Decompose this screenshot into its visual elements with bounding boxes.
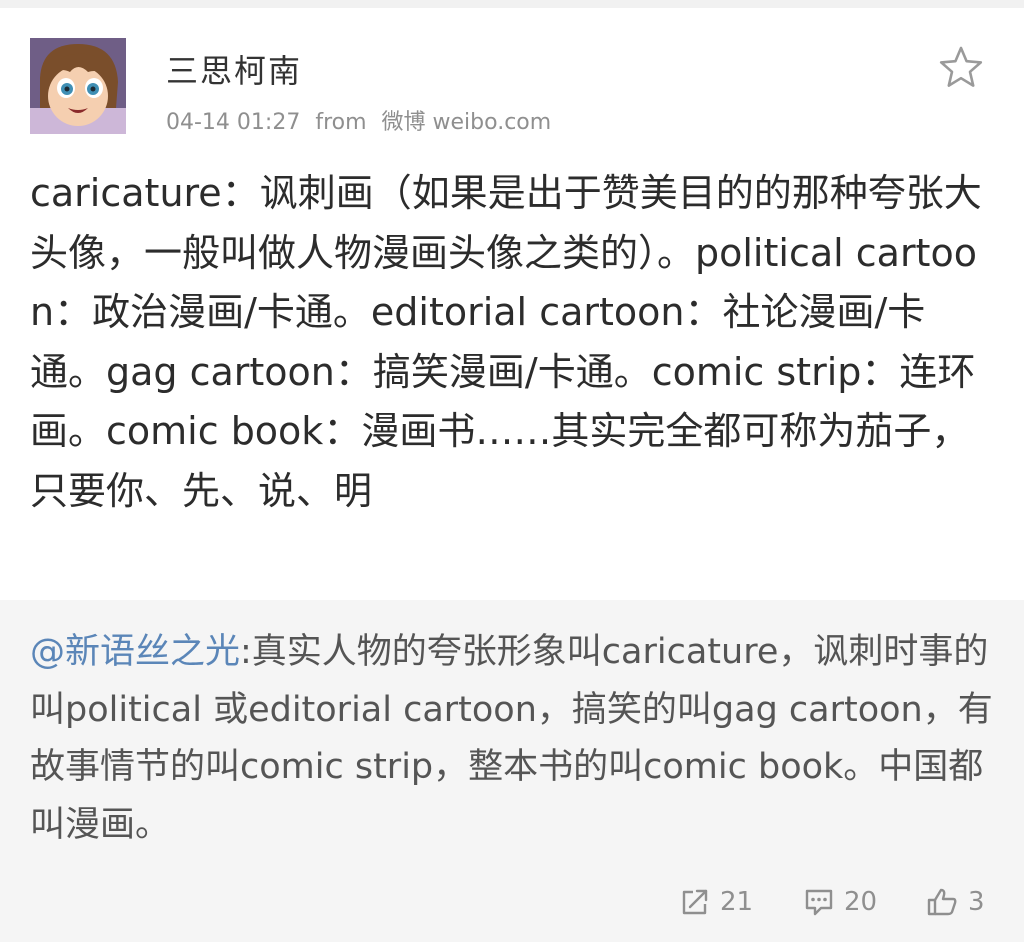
username[interactable]: 三思柯南 [166,46,302,92]
weibo-post: 三思柯南 04-14 01:27 from 微博 weibo.com caric… [0,8,1024,600]
thumbs-up-icon [927,888,957,916]
from-label: from [315,110,367,135]
mention-link[interactable]: @新语丝之光 [30,632,240,672]
repost-icon [682,889,708,915]
like-button[interactable]: 3 [926,880,985,924]
comment-button[interactable]: 20 [804,880,877,924]
post-source[interactable]: 微博 weibo.com [382,110,552,135]
like-count: 3 [968,887,985,917]
post-meta: 04-14 01:27 from 微博 weibo.com [166,104,559,136]
post-time: 04-14 01:27 [166,110,301,135]
repost-button[interactable]: 21 [680,880,753,924]
avatar-image [30,38,126,134]
comment-icon [805,889,833,916]
post-text: caricature：讽刺画（如果是出于赞美目的的那种夸张大头像，一般叫做人物漫… [30,171,982,513]
comment-count: 20 [844,887,878,917]
repost-text-block: @新语丝之光:真实人物的夸张形象叫caricature，讽刺时事的叫politi… [30,624,995,854]
top-strip [0,0,1024,8]
repost-block[interactable]: @新语丝之光:真实人物的夸张形象叫caricature，讽刺时事的叫politi… [0,600,1024,942]
avatar[interactable] [30,38,126,134]
action-bar: 21 20 3 [0,880,1024,924]
star-icon[interactable] [938,44,984,90]
repost-count: 21 [720,887,754,917]
